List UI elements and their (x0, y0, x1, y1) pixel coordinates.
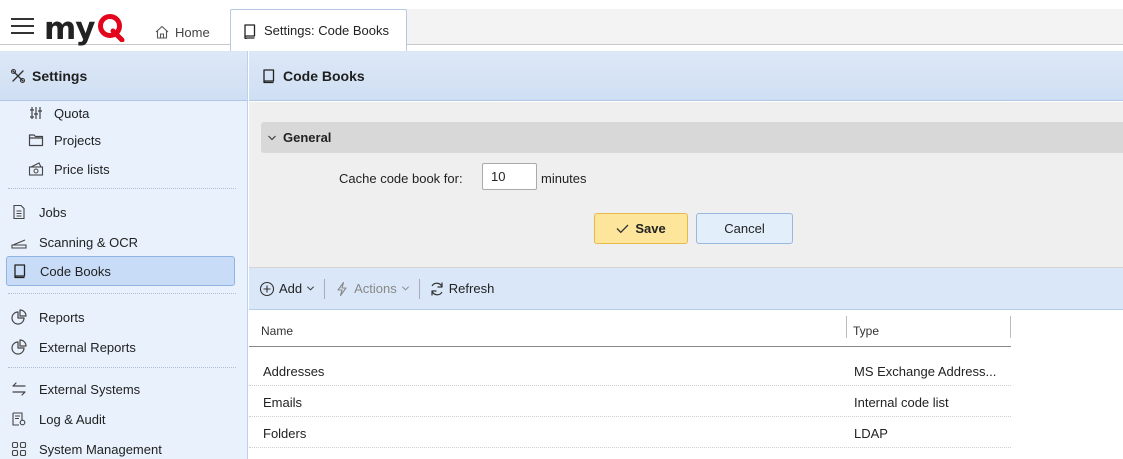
check-icon (616, 224, 629, 234)
sidebar-item-reports[interactable]: Reports (6, 302, 235, 332)
sidebar-item-scanning-ocr[interactable]: Scanning & OCR (6, 227, 235, 257)
pie-chart-icon (11, 339, 27, 355)
chevron-down-icon (307, 286, 315, 291)
logo-q-mark (97, 14, 125, 42)
main-panel: Code Books General Cache code book for: … (249, 51, 1123, 459)
sidebar-item-label: Code Books (40, 263, 111, 279)
table-row[interactable]: Folders LDAP (249, 417, 1011, 448)
main-header: Code Books (249, 51, 1123, 101)
cache-minutes-input[interactable] (482, 163, 537, 190)
save-button[interactable]: Save (594, 213, 688, 244)
cell-type: LDAP (854, 426, 888, 441)
sidebar-item-jobs[interactable]: Jobs (6, 197, 235, 227)
sidebar-item-price-lists[interactable]: Price lists (6, 154, 235, 184)
document-icon (13, 204, 25, 220)
actions-label: Actions (354, 281, 397, 296)
sidebar-item-system-management[interactable]: System Management (6, 434, 235, 459)
cell-type: Internal code list (854, 395, 949, 410)
tab-bar-divider (0, 44, 1123, 45)
cache-field-unit: minutes (541, 171, 587, 186)
column-resize-handle[interactable] (1010, 316, 1011, 338)
menu-icon[interactable] (11, 18, 34, 35)
cell-type: MS Exchange Address... (854, 364, 997, 379)
sidebar-item-projects[interactable]: Projects (6, 125, 235, 155)
sidebar-item-label: External Systems (39, 381, 141, 397)
cell-name: Addresses (263, 364, 325, 379)
add-circle-icon (259, 281, 275, 296)
table-row[interactable]: Emails Internal code list (249, 386, 1011, 417)
cancel-label: Cancel (724, 221, 765, 236)
sidebar-item-label: External Reports (39, 339, 136, 355)
sidebar-item-label: System Management (39, 441, 162, 457)
book-icon (263, 68, 275, 83)
tab-active-label: Settings: Code Books (264, 23, 390, 38)
book-icon (244, 23, 256, 39)
logo-text: my (44, 11, 96, 47)
cache-field-label: Cache code book for: (339, 171, 463, 186)
tab-home[interactable]: Home (154, 22, 210, 42)
sidebar-item-quota[interactable]: Quota (6, 101, 235, 125)
folder-icon (28, 134, 44, 147)
pie-chart-icon (11, 309, 27, 325)
arrows-exchange-icon (12, 382, 26, 396)
lightning-icon (337, 281, 347, 296)
book-icon (14, 264, 26, 279)
sidebar-item-external-reports[interactable]: External Reports (6, 332, 235, 362)
toolbar-divider (418, 278, 420, 299)
sidebar-item-external-systems[interactable]: External Systems (6, 374, 235, 404)
sidebar-item-label: Log & Audit (39, 411, 106, 427)
chevron-down-icon (268, 135, 276, 140)
sidebar-item-label: Price lists (54, 161, 110, 177)
column-header-name[interactable]: Name (261, 324, 293, 338)
refresh-icon (431, 282, 443, 295)
settings-tools-icon (10, 68, 26, 83)
sidebar-item-label: Jobs (39, 204, 67, 220)
settings-sidebar: Settings Quota Projects Price lists Jobs… (0, 51, 248, 459)
sidebar-item-label: Scanning & OCR (39, 234, 138, 250)
tab-settings-code-books[interactable]: Settings: Code Books (230, 9, 407, 51)
sidebar-item-label: Projects (54, 132, 101, 148)
settings-form: General Cache code book for: minutes Sav… (249, 102, 1123, 268)
save-label: Save (635, 221, 666, 236)
refresh-label: Refresh (448, 281, 495, 296)
table-row[interactable]: Addresses MS Exchange Address... (249, 355, 1011, 386)
quota-icon (30, 107, 42, 119)
column-resize-handle[interactable] (846, 316, 847, 338)
log-audit-icon (12, 412, 26, 426)
sidebar-divider (8, 293, 236, 294)
cancel-button[interactable]: Cancel (696, 213, 793, 244)
sidebar-item-label: Reports (39, 309, 85, 325)
grid-icon (11, 441, 27, 457)
sidebar-item-code-books[interactable]: Code Books (6, 256, 235, 286)
scanner-icon (11, 239, 27, 249)
refresh-button[interactable]: Refresh (429, 281, 495, 297)
add-button[interactable]: Add (259, 281, 315, 297)
home-icon (155, 25, 169, 39)
sidebar-divider (8, 188, 236, 189)
sidebar-item-label: Quota (54, 105, 90, 121)
cell-name: Emails (263, 395, 303, 410)
chevron-down-icon (401, 286, 409, 291)
page-title: Code Books (283, 67, 365, 84)
section-general-header[interactable]: General (261, 122, 1123, 153)
toolbar-divider (324, 278, 326, 299)
column-header-type[interactable]: Type (853, 324, 879, 338)
sidebar-divider (8, 367, 236, 368)
add-label: Add (279, 281, 303, 296)
actions-button[interactable]: Actions (334, 281, 410, 297)
sidebar-title: Settings (32, 67, 88, 84)
tab-home-label: Home (175, 24, 210, 40)
table-header: Name Type (249, 310, 1011, 347)
myq-logo[interactable]: my (44, 11, 126, 47)
grid-toolbar: Add Actions Refresh (249, 268, 1123, 310)
price-list-icon (28, 162, 44, 176)
sidebar-item-log-audit[interactable]: Log & Audit (6, 404, 235, 434)
section-title: General (283, 130, 332, 145)
sidebar-header: Settings (0, 51, 247, 101)
cell-name: Folders (263, 426, 307, 441)
